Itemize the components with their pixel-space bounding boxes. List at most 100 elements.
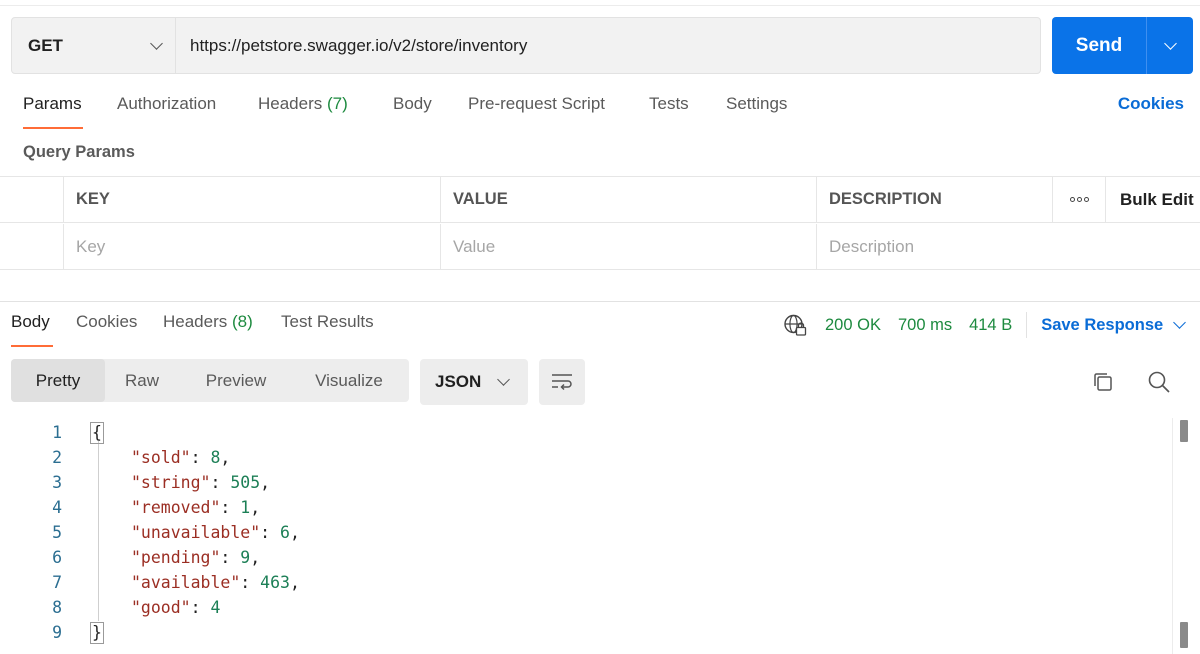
code-line: 6 "pending": 9, (0, 545, 1170, 570)
line-number: 7 (52, 573, 62, 592)
json-comma: , (289, 573, 300, 592)
wrap-lines-icon (552, 374, 572, 391)
tab-pre-request-script[interactable]: Pre-request Script (468, 94, 605, 114)
line-number: 5 (52, 523, 62, 542)
save-response-button[interactable]: Save Response (1041, 315, 1187, 335)
code-line: 1 { (0, 420, 1170, 445)
line-number: 2 (52, 448, 62, 467)
tab-tests[interactable]: Tests (649, 94, 689, 114)
tab-headers-label: Headers (258, 94, 323, 113)
more-icon (1069, 197, 1089, 202)
code-line: 9 } (0, 620, 1170, 645)
cookies-link[interactable]: Cookies (1118, 94, 1184, 114)
format-label: JSON (435, 372, 482, 391)
chevron-down-icon (1173, 316, 1187, 329)
tab-body[interactable]: Body (393, 94, 432, 114)
response-time[interactable]: 700 ms (898, 316, 952, 335)
view-mode-selector: Pretty Raw Preview Visualize (11, 359, 409, 402)
json-value: 463 (260, 573, 290, 592)
mode-preview[interactable]: Preview (179, 359, 293, 402)
tab-response-body[interactable]: Body (11, 312, 50, 332)
format-select[interactable]: JSON (420, 359, 528, 405)
value-input[interactable] (453, 237, 798, 257)
send-options-button[interactable] (1147, 17, 1193, 74)
line-number: 8 (52, 598, 62, 617)
close-brace: } (90, 621, 104, 644)
key-input[interactable] (76, 237, 422, 257)
json-key: "removed" (131, 498, 221, 517)
column-key: KEY (63, 177, 440, 222)
response-headers-count: (8) (232, 312, 253, 331)
save-response-label: Save Response (1041, 315, 1164, 334)
query-params-table: KEY VALUE DESCRIPTION Bulk Edit (0, 176, 1200, 270)
scrollbar-thumb-bottom[interactable] (1180, 622, 1188, 648)
json-key: "good" (131, 598, 191, 617)
code-line: 4 "removed": 1, (0, 495, 1170, 520)
column-description-label: DESCRIPTION (829, 190, 942, 208)
request-tabs: Params Authorization Headers (7) Body Pr… (0, 94, 1200, 130)
json-key: "sold" (131, 448, 191, 467)
scrollbar-track[interactable] (1172, 418, 1173, 654)
code-line: 3 "string": 505, (0, 470, 1170, 495)
code-line: 2 "sold": 8, (0, 445, 1170, 470)
json-key: "available" (131, 573, 241, 592)
open-brace: { (90, 421, 104, 444)
tab-params[interactable]: Params (23, 94, 82, 114)
mode-visualize[interactable]: Visualize (293, 359, 405, 402)
json-value: 8 (210, 448, 221, 467)
key-cell (63, 224, 440, 270)
json-sep: : (190, 448, 211, 467)
code-line: 5 "unavailable": 6, (0, 520, 1170, 545)
chevron-down-icon (1163, 36, 1177, 50)
response-size[interactable]: 414 B (969, 316, 1012, 335)
json-sep: : (240, 573, 261, 592)
tab-response-headers[interactable]: Headers (8) (163, 312, 253, 332)
description-input[interactable] (829, 237, 1182, 257)
column-description: DESCRIPTION (816, 177, 1052, 222)
bulk-edit-button[interactable]: Bulk Edit (1105, 177, 1200, 222)
mode-pretty[interactable]: Pretty (11, 359, 105, 402)
code-line: 8 "good": 4 (0, 595, 1170, 620)
line-number: 4 (52, 498, 62, 517)
json-key: "string" (131, 473, 211, 492)
tab-response-cookies[interactable]: Cookies (76, 312, 137, 332)
tab-test-results[interactable]: Test Results (281, 312, 374, 332)
send-button-group: Send (1052, 17, 1193, 74)
tab-headers[interactable]: Headers (7) (258, 94, 348, 114)
more-button[interactable] (1052, 177, 1105, 222)
json-comma: , (260, 473, 271, 492)
copy-icon[interactable] (1090, 369, 1116, 395)
json-sep: : (260, 523, 281, 542)
status-code[interactable]: 200 OK (825, 316, 881, 335)
tab-authorization[interactable]: Authorization (117, 94, 216, 114)
mode-raw[interactable]: Raw (105, 359, 179, 402)
response-meta: 200 OK 700 ms 414 B Save Response (783, 312, 1187, 338)
json-sep: : (210, 473, 231, 492)
json-comma: , (289, 523, 300, 542)
active-tab-indicator (23, 127, 83, 129)
json-value: 505 (230, 473, 261, 492)
search-icon[interactable] (1146, 369, 1172, 395)
bulk-edit-label: Bulk Edit (1120, 189, 1194, 209)
line-number: 9 (52, 623, 62, 642)
json-sep: : (220, 548, 241, 567)
method-label: GET (28, 35, 63, 55)
scrollbar-thumb-top[interactable] (1180, 420, 1188, 442)
json-value: 6 (280, 523, 290, 542)
headers-count: (7) (327, 94, 348, 113)
method-select[interactable]: GET (12, 18, 176, 73)
json-comma: , (220, 448, 231, 467)
json-key: "pending" (131, 548, 221, 567)
tab-response-headers-label: Headers (163, 312, 228, 331)
active-response-tab-indicator (11, 345, 53, 347)
send-button[interactable]: Send (1052, 17, 1147, 74)
chevron-down-icon (497, 373, 510, 386)
request-url-bar: GET (11, 17, 1041, 74)
globe-lock-icon[interactable] (783, 313, 807, 337)
wrap-lines-button[interactable] (539, 359, 585, 405)
tab-settings[interactable]: Settings (726, 94, 787, 114)
json-key: "unavailable" (131, 523, 261, 542)
url-input[interactable] (176, 18, 1040, 73)
line-number: 6 (52, 548, 62, 567)
chevron-down-icon (150, 36, 163, 50)
